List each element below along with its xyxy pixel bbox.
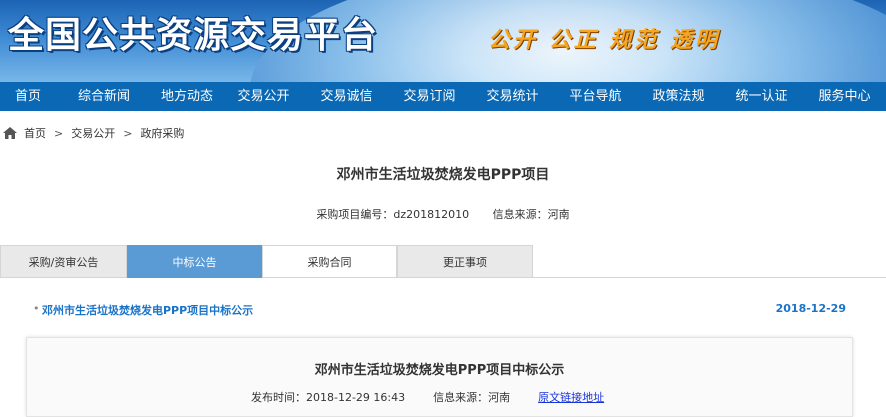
breadcrumb-government-procurement[interactable]: 政府采购: [140, 125, 184, 141]
breadcrumb-trade-public[interactable]: 交易公开: [71, 125, 115, 141]
nav-item-platform-nav[interactable]: 平台导航: [554, 82, 637, 111]
nav-item-auth[interactable]: 统一认证: [720, 82, 803, 111]
project-source-label: 信息来源：: [492, 208, 548, 221]
project-code-label: 采购项目编号：: [316, 208, 394, 221]
site-title[interactable]: 全国公共资源交易平台: [8, 6, 378, 58]
project-code: 采购项目编号：dz201812010: [316, 208, 469, 221]
publish-time: 2018-12-29 16:43: [306, 391, 406, 404]
nav-item-home[interactable]: 首页: [0, 82, 56, 111]
nav-item-policy[interactable]: 政策法规: [637, 82, 720, 111]
breadcrumb: 首页 > 交易公开 > 政府采购: [0, 124, 184, 142]
tab-correction[interactable]: 更正事项: [397, 245, 533, 278]
detail-title: 邓州市生活垃圾焚烧发电PPP项目中标公示: [314, 363, 565, 378]
project-code-value: dz201812010: [393, 208, 470, 221]
bullet-icon: •: [33, 302, 40, 315]
main-nav: 首页 综合新闻 地方动态 交易公开 交易诚信 交易订阅 交易统计 平台导航 政策…: [0, 82, 886, 111]
nav-item-local[interactable]: 地方动态: [152, 82, 222, 111]
site-slogan: 公开 公正 规范 透明: [488, 27, 720, 53]
tab-procurement-contract[interactable]: 采购合同: [262, 245, 397, 278]
tab-procurement-notice[interactable]: 采购/资审公告: [0, 245, 127, 278]
detail-source-value: 河南: [488, 391, 511, 404]
tab-award-notice[interactable]: 中标公告: [127, 245, 262, 278]
notice-detail-panel: 邓州市生活垃圾焚烧发电PPP项目中标公示 发布时间：2018-12-29 16:…: [26, 337, 853, 417]
project-meta: 采购项目编号：dz201812010 信息来源：河南: [0, 206, 886, 222]
project-title: 邓州市生活垃圾焚烧发电PPP项目: [336, 167, 550, 183]
notice-list-item: • 邓州市生活垃圾焚烧发电PPP项目中标公示 2018-12-29: [0, 302, 886, 318]
home-icon: [3, 127, 17, 139]
original-link[interactable]: 原文链接地址: [538, 391, 604, 404]
nav-item-trade-credit[interactable]: 交易诚信: [305, 82, 388, 111]
breadcrumb-home[interactable]: 首页: [24, 125, 46, 141]
detail-source-label: 信息来源：: [433, 391, 489, 404]
tab-bar: 采购/资审公告 中标公告 采购合同 更正事项: [0, 245, 886, 278]
nav-item-trade-subscribe[interactable]: 交易订阅: [388, 82, 471, 111]
publish-label: 发布时间：: [251, 391, 306, 404]
nav-item-news[interactable]: 综合新闻: [56, 82, 152, 111]
site-banner: 全国公共资源交易平台 公开 公正 规范 透明: [0, 0, 886, 82]
breadcrumb-separator: >: [123, 126, 133, 140]
project-source-value: 河南: [547, 208, 570, 221]
breadcrumb-separator: >: [54, 126, 64, 140]
notice-link[interactable]: 邓州市生活垃圾焚烧发电PPP项目中标公示: [42, 302, 253, 318]
notice-date: 2018-12-29: [775, 302, 846, 315]
detail-meta: 发布时间：2018-12-29 16:43 信息来源：河南 原文链接地址: [251, 389, 604, 405]
nav-item-trade-public[interactable]: 交易公开: [222, 82, 305, 111]
nav-item-service[interactable]: 服务中心: [803, 82, 886, 111]
nav-item-trade-stats[interactable]: 交易统计: [471, 82, 554, 111]
project-source: 信息来源：河南: [493, 208, 570, 221]
